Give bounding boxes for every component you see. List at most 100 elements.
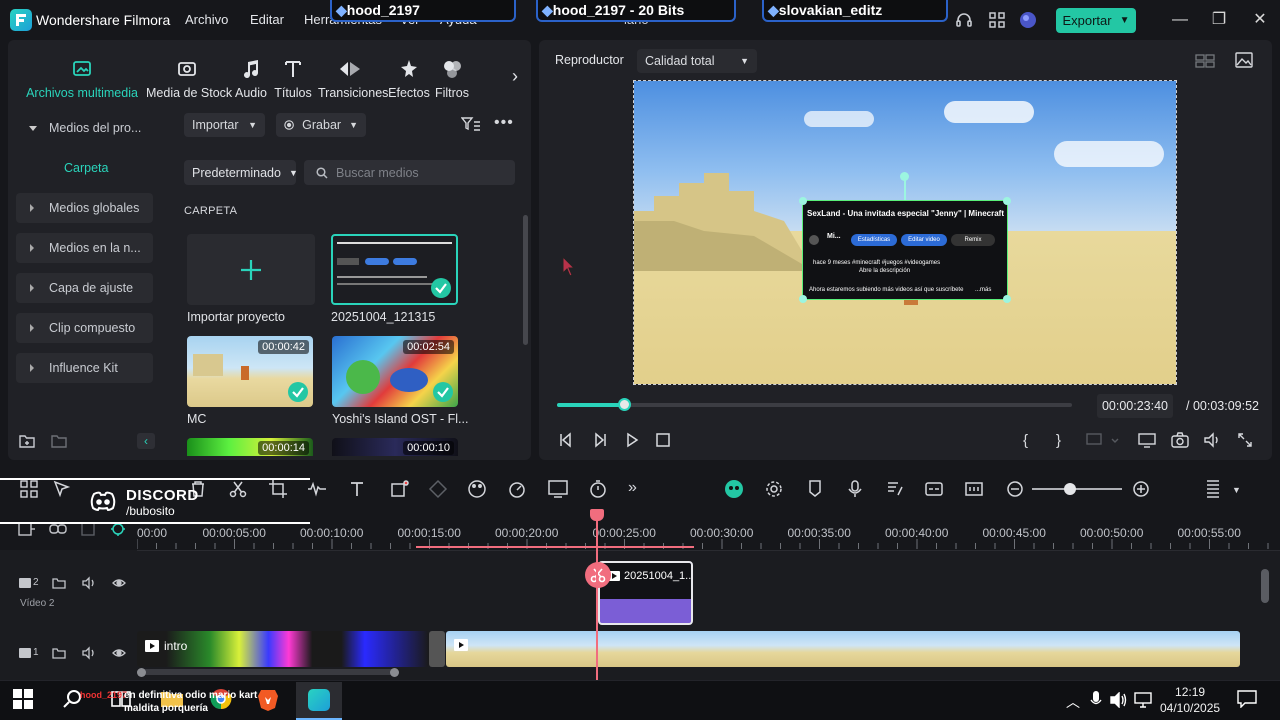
eye-icon[interactable] [112,646,126,660]
folder-icon[interactable] [52,576,66,590]
play-icon[interactable] [624,432,640,448]
import-button[interactable]: Importar ▼ [184,113,265,137]
menu-archivo[interactable]: Archivo [185,12,228,27]
volume-icon[interactable] [1203,432,1221,448]
sidebar-item-influence-kit[interactable]: Influence Kit [16,353,153,383]
sidebar-item-cloud-media[interactable]: Medios en la n... [16,233,153,263]
zoom-slider[interactable] [1032,488,1122,490]
apps-grid-icon[interactable] [988,11,1006,29]
more-options-icon[interactable]: ••• [494,114,514,132]
media-item-yoshi[interactable]: 00:02:54 [332,336,458,407]
media-item-5[interactable]: 00:00:14 [187,438,313,456]
sidebar-item-adjustment-layer[interactable]: Capa de ajuste [16,273,153,303]
timeline-scrollbar[interactable] [137,669,395,675]
headset-icon[interactable] [955,11,973,29]
speaker-icon[interactable] [1110,692,1128,708]
tab-audio[interactable]: Audio [233,58,269,100]
network-icon[interactable] [1134,692,1152,708]
close-icon[interactable]: ✕ [1250,10,1270,30]
tab-stock-media[interactable]: Media de Stock [146,58,232,100]
color-palette-icon[interactable] [467,479,489,501]
timeline-scroll-handle-right[interactable] [390,668,399,677]
auto-caption-icon[interactable] [924,479,946,501]
voiceover-icon[interactable] [885,479,907,501]
layout-toggle-icon[interactable] [1195,53,1215,69]
more-tools-icon[interactable]: » [628,479,650,501]
brave-icon[interactable] [257,688,281,712]
minimize-icon[interactable]: — [1170,10,1190,30]
microphone-icon[interactable] [1090,691,1102,709]
pip-icon[interactable] [964,479,986,501]
insert-dropdown-icon[interactable] [1086,432,1120,448]
quality-dropdown[interactable]: Calidad total ▼ [637,49,757,73]
timer-icon[interactable] [588,479,610,501]
youtube-overlay-card[interactable]: SexLand - Una invitada especial "Jenny" … [799,197,1011,303]
media-item-mc[interactable]: 00:00:42 [187,336,313,407]
chevron-up-icon[interactable]: ︿ [1066,692,1080,712]
fullscreen-icon[interactable] [1237,432,1253,448]
search-input[interactable] [336,165,506,180]
timeline-clip-20251004[interactable]: 20251004_1... [598,561,693,625]
zoom-slider-knob[interactable] [1064,483,1076,495]
sidebar-item-project-media[interactable]: Medios del pro... [16,113,153,143]
folder-move-icon[interactable] [51,434,67,448]
eye-icon[interactable] [112,576,126,590]
marker-icon[interactable] [805,479,827,501]
sidebar-item-global-media[interactable]: Medios globales [16,193,153,223]
rotate-handle[interactable] [900,172,909,181]
new-folder-icon[interactable] [19,434,35,448]
sort-dropdown[interactable]: Predeterminado ▼ [184,160,298,185]
menu-editar[interactable]: Editar [250,12,284,27]
zoom-out-icon[interactable] [1005,479,1027,501]
media-scrollbar[interactable] [523,215,528,345]
text-tool-icon[interactable] [348,479,370,501]
mark-in-icon[interactable]: { [1023,432,1028,449]
tab-transitions[interactable]: Transiciones [318,58,388,100]
tab-effects[interactable]: Efectos [388,58,430,100]
timeline-scroll-handle-left[interactable] [137,668,146,677]
sidebar-item-compound-clip[interactable]: Clip compuesto [16,313,153,343]
shape-tool-icon[interactable] [390,479,412,501]
stop-icon[interactable] [655,432,671,448]
system-clock[interactable]: 12:19 04/10/2025 [1160,684,1220,716]
playhead[interactable] [596,515,598,680]
timeline-clip-intro[interactable]: intro [137,631,429,667]
track-view-icon[interactable] [1204,479,1226,501]
timeline-clip-mc[interactable] [446,631,1240,667]
media-item-20251004[interactable] [331,234,458,305]
camera-snapshot-icon[interactable] [1171,432,1189,448]
collapse-sidebar-icon[interactable]: ‹ [137,433,155,449]
folder-icon[interactable] [52,646,66,660]
split-scissors-icon[interactable] [585,562,611,588]
notification-icon[interactable] [1237,690,1257,708]
auto-highlight-icon[interactable] [723,479,745,501]
speaker-icon[interactable] [82,646,96,660]
next-frame-icon[interactable] [592,432,608,448]
user-avatar-icon[interactable] [1019,11,1037,29]
playback-progress-track[interactable] [557,403,1072,407]
tab-titles[interactable]: Títulos [274,58,312,100]
speaker-icon[interactable] [82,576,96,590]
mark-out-icon[interactable]: } [1056,432,1061,449]
speed-icon[interactable] [507,479,529,501]
vertical-scrollbar[interactable] [1261,569,1269,603]
microphone-icon[interactable] [845,479,867,501]
windows-start-icon[interactable] [12,688,36,712]
filter-list-icon[interactable] [461,116,481,132]
playhead-handle[interactable] [590,509,604,521]
timeline-transition[interactable] [429,631,445,667]
tab-filters[interactable]: Filtros [434,58,470,100]
tab-media-files[interactable]: Archivos multimedia [26,58,138,100]
sidebar-item-folder[interactable]: Carpeta [64,161,108,175]
chevron-right-icon[interactable]: › [512,66,518,87]
snapshot-image-icon[interactable] [1235,52,1253,68]
playback-progress-knob[interactable] [618,398,631,411]
gear-icon[interactable] [764,479,786,501]
export-button[interactable]: Exportar ▼ [1056,8,1136,33]
media-item-6[interactable]: 00:00:10 [332,438,458,456]
chevron-down-icon[interactable]: ▼ [1232,485,1241,495]
zoom-in-icon[interactable] [1131,479,1153,501]
record-button[interactable]: Grabar ▼ [276,113,366,137]
previous-frame-icon[interactable] [558,432,574,448]
maximize-icon[interactable]: ❐ [1209,10,1229,30]
